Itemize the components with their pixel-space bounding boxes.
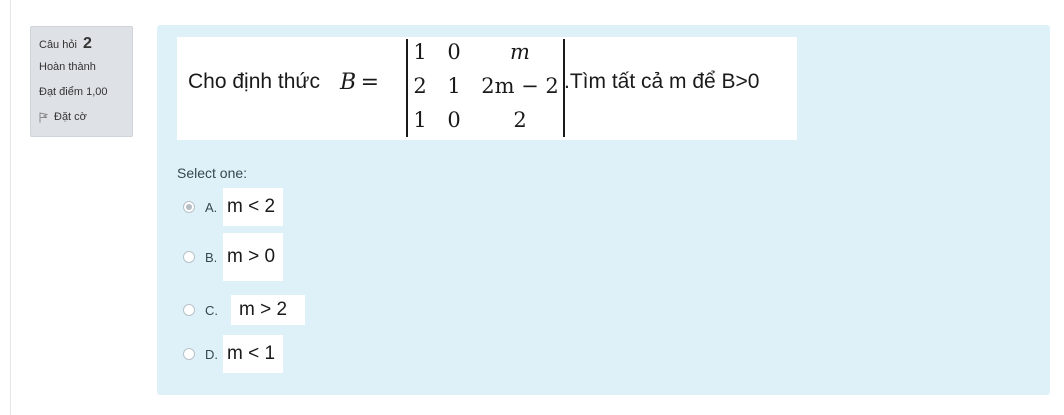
question-info-panel: Câu hỏi 2 Hoàn thành Đạt điểm 1,00 Đặt c…	[30, 26, 133, 137]
flag-icon	[39, 112, 48, 122]
determinant-left-bar	[406, 39, 408, 137]
question-number: Câu hỏi 2	[39, 35, 124, 53]
option-value: m < 1	[223, 335, 284, 373]
answer-option-d[interactable]: D. m < 1	[183, 334, 284, 374]
question-status: Hoàn thành	[39, 61, 96, 73]
determinant-lhs: B =	[340, 70, 379, 95]
option-label: D.	[205, 346, 218, 362]
option-value: m > 0	[223, 233, 284, 281]
question-number-value: 2	[82, 35, 92, 52]
flag-label: Đặt cờ	[54, 111, 87, 123]
radio-button-c[interactable]	[183, 304, 195, 316]
equals-sign: =	[360, 70, 380, 95]
matrix-cell: 2	[413, 74, 427, 98]
option-value: m > 2	[231, 295, 306, 325]
matrix-cell: 0	[447, 40, 461, 64]
option-label: B.	[205, 249, 218, 265]
answer-option-c[interactable]: C. m > 2	[183, 290, 306, 330]
matrix-cell: m	[510, 40, 530, 64]
matrix-cell: 1	[413, 108, 427, 132]
matrix-cell: 1	[413, 40, 427, 64]
option-label: A.	[205, 199, 218, 215]
flag-question-button[interactable]: Đặt cờ	[39, 111, 124, 123]
matrix-cell: 2	[513, 108, 527, 132]
determinant-variable: B	[340, 70, 357, 95]
answer-option-a[interactable]: A. m < 2	[183, 187, 284, 227]
question-score: Đạt điểm 1,00	[39, 86, 108, 98]
question-content-panel: Cho định thức B = 1 0 m 2 1 2m − 2 1 0 2…	[157, 25, 1050, 395]
question-text: Cho định thức B = 1 0 m 2 1 2m − 2 1 0 2…	[177, 37, 797, 140]
question-label: Câu hỏi	[39, 39, 77, 51]
option-value: m < 2	[223, 188, 284, 226]
radio-button-a[interactable]	[183, 201, 195, 213]
radio-button-b[interactable]	[183, 251, 195, 263]
select-one-prompt: Select one:	[177, 165, 248, 181]
page-left-border	[10, 0, 11, 415]
matrix-cell: 1	[447, 74, 461, 98]
matrix-cell: 0	[447, 108, 461, 132]
radio-button-d[interactable]	[183, 348, 195, 360]
option-label: C.	[205, 302, 218, 318]
question-lead-text: Cho định thức	[188, 70, 320, 93]
answer-option-b[interactable]: B. m > 0	[183, 233, 284, 281]
matrix-cell: 2m − 2	[481, 74, 559, 98]
question-tail-text: .Tìm tất cả m để B>0	[564, 70, 760, 93]
